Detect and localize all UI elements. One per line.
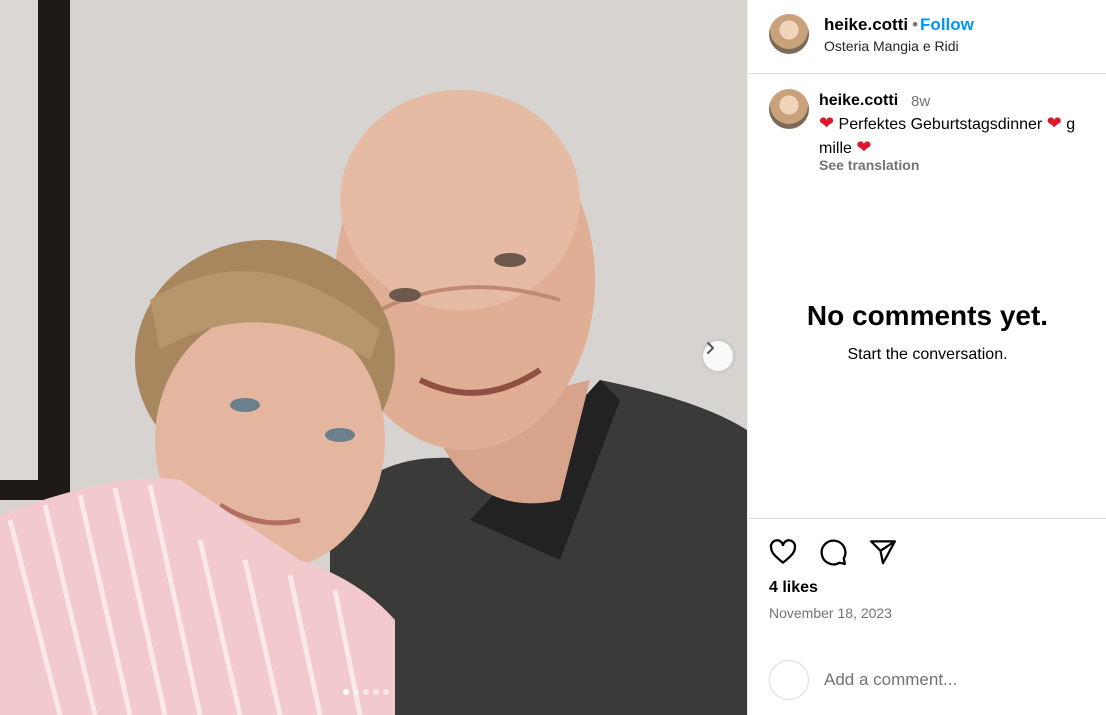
action-icons (768, 537, 898, 567)
likes-count[interactable]: 4 likes (769, 579, 818, 597)
comment-icon[interactable] (818, 537, 848, 567)
carousel-dot (353, 689, 359, 695)
caption-text-line1-tail: g (1066, 116, 1076, 133)
caption-timestamp[interactable]: 8w (911, 93, 930, 110)
chevron-right-icon (707, 342, 714, 354)
heart-icon[interactable] (768, 537, 798, 567)
red-heart-emoji: ❤ (1046, 113, 1062, 133)
post-actions: 4 likes November 18, 2023 (748, 518, 1106, 658)
post-header: heike.cotti • Follow Osteria Mangia e Ridi (748, 0, 1106, 74)
post-photo[interactable] (0, 0, 747, 715)
carousel-dot (383, 689, 389, 695)
carousel-dot (373, 689, 379, 695)
photo-illustration (0, 0, 747, 715)
caption-text-line2: mille (819, 140, 852, 157)
current-user-avatar (769, 660, 809, 700)
no-comments-state: No comments yet. Start the conversation. (748, 300, 1106, 364)
see-translation-link[interactable]: See translation (819, 157, 919, 173)
next-photo-button[interactable] (703, 341, 733, 371)
caption-username[interactable]: heike.cotti (819, 92, 898, 110)
carousel-dot (343, 689, 349, 695)
post-side-panel: heike.cotti • Follow Osteria Mangia e Ridi… (747, 0, 1106, 715)
username-link[interactable]: heike.cotti (824, 15, 908, 34)
post-date[interactable]: November 18, 2023 (769, 605, 892, 621)
follow-button[interactable]: Follow (920, 15, 974, 34)
share-icon[interactable] (868, 537, 898, 567)
red-heart-emoji: ❤ (856, 137, 872, 157)
no-comments-title: No comments yet. (806, 300, 1049, 331)
separator-dot: • (912, 15, 919, 34)
red-heart-emoji: ❤ (819, 113, 835, 133)
comment-composer (748, 658, 1106, 715)
location-link[interactable]: Osteria Mangia e Ridi (824, 38, 959, 54)
no-comments-subtitle: Start the conversation. (847, 346, 1008, 363)
caption-avatar[interactable] (769, 89, 809, 129)
avatar[interactable] (769, 14, 809, 54)
caption-text: ❤ Perfektes Geburtstagsdinner ❤ g mille … (819, 112, 1106, 160)
carousel-dots (343, 689, 389, 695)
header-user-line: heike.cotti • Follow (824, 15, 974, 35)
caption-text-line1: Perfektes Geburtstagsdinner (838, 116, 1043, 133)
comment-input[interactable] (824, 668, 1094, 692)
carousel-dot (363, 689, 369, 695)
